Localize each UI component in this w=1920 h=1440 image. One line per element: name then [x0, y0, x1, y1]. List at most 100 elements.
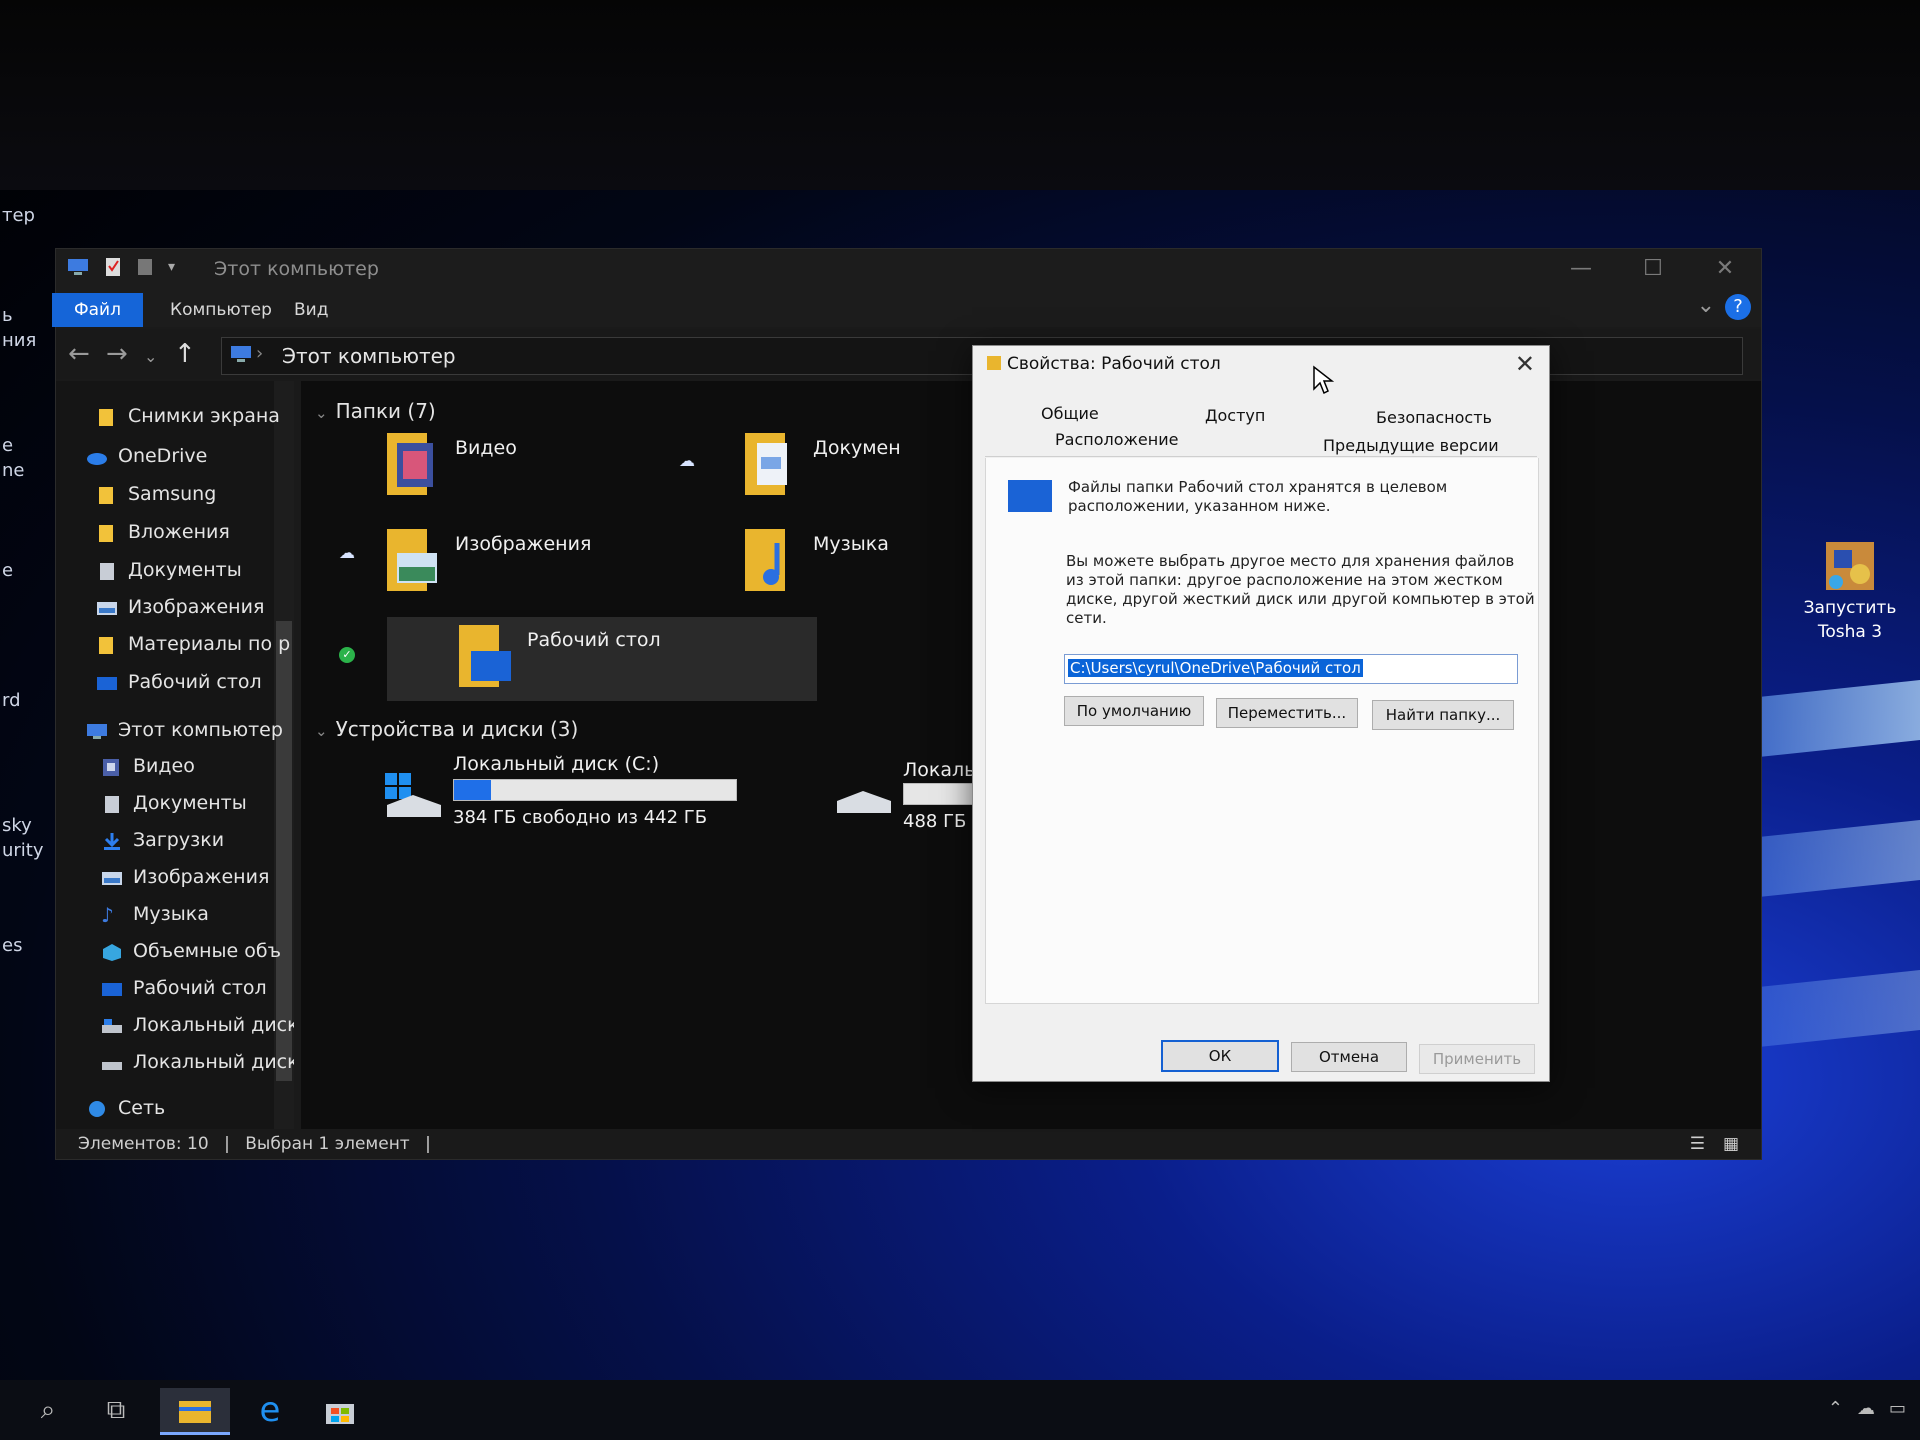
- nav-item-onedrive[interactable]: OneDrive: [86, 441, 207, 471]
- nav-item-downloads[interactable]: Загрузки: [101, 825, 224, 855]
- details-view-icon[interactable]: ☰: [1690, 1129, 1705, 1159]
- minimize-button[interactable]: —: [1545, 249, 1617, 289]
- synced-check-icon: ✓: [339, 647, 355, 663]
- nav-item-videos[interactable]: Видео: [101, 751, 195, 781]
- nav-item-label: Этот компьютер: [118, 719, 283, 741]
- nav-item-desktop[interactable]: Рабочий стол: [96, 667, 262, 697]
- desktop-folder-icon: [459, 625, 511, 687]
- description-line: сети.: [1066, 609, 1107, 627]
- dialog-close-button[interactable]: ✕: [1515, 350, 1535, 378]
- folder-label: Изображения: [455, 533, 592, 555]
- task-view-icon[interactable]: ⧉: [86, 1388, 146, 1432]
- ribbon: Файл Компьютер Вид ⌄ ?: [52, 289, 1761, 327]
- store-icon[interactable]: [310, 1388, 370, 1432]
- move-button[interactable]: Переместить...: [1216, 698, 1358, 728]
- onedrive-tray-icon[interactable]: ☁: [1857, 1398, 1875, 1419]
- folder-icon: [99, 636, 113, 654]
- nav-item-screenshots[interactable]: Снимки экрана: [96, 401, 280, 431]
- devices-group-header[interactable]: ⌄ Устройства и диски (3): [315, 717, 578, 741]
- folder-tile-videos[interactable]: Видео: [383, 429, 673, 509]
- maximize-button[interactable]: ☐: [1617, 249, 1689, 289]
- up-arrow-icon[interactable]: ↑: [174, 339, 196, 369]
- nav-item-music[interactable]: ♪ Музыка: [101, 899, 209, 929]
- tab-divider: [985, 456, 1537, 457]
- navigation-pane: Снимки экрана OneDrive Samsung Вложения …: [56, 381, 294, 1129]
- drive-tile-c[interactable]: Локальный диск (C:) 384 ГБ свободно из 4…: [381, 753, 737, 845]
- back-arrow-icon[interactable]: ←: [68, 339, 90, 369]
- tab-sharing[interactable]: Доступ: [1205, 406, 1265, 425]
- drive-icon: [102, 1018, 122, 1033]
- folders-group-header[interactable]: ⌄ Папки (7): [315, 399, 436, 423]
- videos-folder-icon: [387, 433, 433, 495]
- restore-default-button[interactable]: По умолчанию: [1064, 696, 1204, 726]
- nav-item-this-pc[interactable]: Этот компьютер: [86, 715, 283, 745]
- tab-view[interactable]: Вид: [272, 293, 350, 327]
- collapse-chevron-icon: ⌄: [315, 722, 328, 740]
- file-explorer-taskbar-button[interactable]: [160, 1388, 230, 1435]
- nav-item-local-disk-c[interactable]: Локальный диск: [101, 1010, 294, 1040]
- desktop-left-icons: тер ь ния е ne e rd sky urity es: [0, 190, 55, 1390]
- tab-general[interactable]: Общие: [1041, 404, 1099, 423]
- drive-usage-fill: [454, 780, 491, 800]
- tab-previous-versions[interactable]: Предыдущие версии: [1323, 436, 1499, 455]
- new-folder-icon[interactable]: [136, 257, 154, 277]
- desktop-label-fragment: e: [2, 560, 14, 581]
- nav-item-samsung[interactable]: Samsung: [96, 479, 216, 509]
- properties-icon[interactable]: [104, 257, 122, 277]
- pictures-icon: [97, 601, 117, 615]
- folder-tile-music[interactable]: Музыка: [741, 525, 1001, 605]
- search-icon[interactable]: ⌕: [18, 1388, 78, 1432]
- desktop-label-fragment: rd: [2, 690, 21, 711]
- status-divider: |: [224, 1134, 230, 1154]
- nav-item-pictures[interactable]: Изображения: [96, 592, 264, 622]
- desktop-icon: [97, 676, 117, 690]
- nav-item-materials[interactable]: Материалы по р: [96, 629, 290, 659]
- documents-folder-icon: [745, 433, 787, 495]
- large-icons-view-icon[interactable]: ▦: [1723, 1129, 1739, 1159]
- folder-tile-desktop[interactable]: Рабочий стол: [387, 617, 817, 701]
- download-icon: [104, 832, 120, 850]
- close-button[interactable]: ✕: [1689, 249, 1761, 289]
- dialog-title: Свойства: Рабочий стол: [987, 354, 1221, 374]
- computer-icon: [87, 723, 107, 739]
- tab-security[interactable]: Безопасность: [1376, 408, 1492, 427]
- 3d-objects-icon: [103, 943, 121, 961]
- nav-item-pictures-pc[interactable]: Изображения: [101, 862, 269, 892]
- nav-item-label: Изображения: [128, 596, 265, 618]
- title-bar: ▾ Этот компьютер — ☐ ✕: [56, 249, 1761, 289]
- battery-icon[interactable]: ▭: [1889, 1398, 1906, 1419]
- folder-tile-documents[interactable]: Докумен: [741, 429, 1001, 509]
- folder-label: Рабочий стол: [527, 629, 661, 651]
- customize-toolbar-icon[interactable]: ▾: [168, 259, 175, 275]
- ok-button[interactable]: ОК: [1161, 1040, 1279, 1072]
- nav-item-desktop-pc[interactable]: Рабочий стол: [101, 973, 267, 1003]
- tab-file[interactable]: Файл: [52, 293, 143, 327]
- edge-browser-icon[interactable]: e: [240, 1388, 300, 1432]
- nav-item-local-disk-d[interactable]: Локальный диск: [101, 1047, 294, 1077]
- location-path-input[interactable]: C:\Users\cyrul\OneDrive\Рабочий стол: [1064, 654, 1518, 684]
- videos-icon: [103, 758, 119, 776]
- show-hidden-icons-icon[interactable]: ⌃: [1828, 1398, 1843, 1419]
- quick-access-toolbar: ▾: [66, 257, 175, 277]
- nav-item-label: Снимки экрана: [128, 405, 280, 427]
- desktop-folder-icon: [1008, 480, 1052, 512]
- desktop-shortcut-tosha[interactable]: Запустить Tosha 3: [1790, 540, 1910, 644]
- system-tray: ⌃ ☁ ▭: [1828, 1398, 1906, 1419]
- find-target-button[interactable]: Найти папку...: [1372, 700, 1514, 730]
- cancel-button[interactable]: Отмена: [1291, 1042, 1407, 1072]
- desktop-label-fragment: тер: [2, 205, 35, 226]
- nav-item-documents[interactable]: Документы: [96, 555, 242, 585]
- nav-item-label: OneDrive: [118, 445, 208, 467]
- forward-arrow-icon[interactable]: →: [106, 339, 128, 369]
- window-controls: — ☐ ✕: [1545, 249, 1761, 289]
- nav-item-attachments[interactable]: Вложения: [96, 517, 230, 547]
- recent-locations-icon[interactable]: ⌄: [144, 347, 157, 366]
- nav-item-3d-objects[interactable]: Объемные объ: [101, 936, 281, 966]
- tab-location[interactable]: Расположение: [1055, 430, 1178, 449]
- help-icon[interactable]: ?: [1725, 294, 1751, 320]
- expand-ribbon-icon[interactable]: ⌄: [1697, 293, 1715, 318]
- apply-button[interactable]: Применить: [1419, 1044, 1535, 1074]
- nav-item-documents-pc[interactable]: Документы: [101, 788, 247, 818]
- folder-tile-pictures[interactable]: Изображения: [383, 525, 673, 605]
- nav-item-network[interactable]: Сеть: [86, 1093, 165, 1123]
